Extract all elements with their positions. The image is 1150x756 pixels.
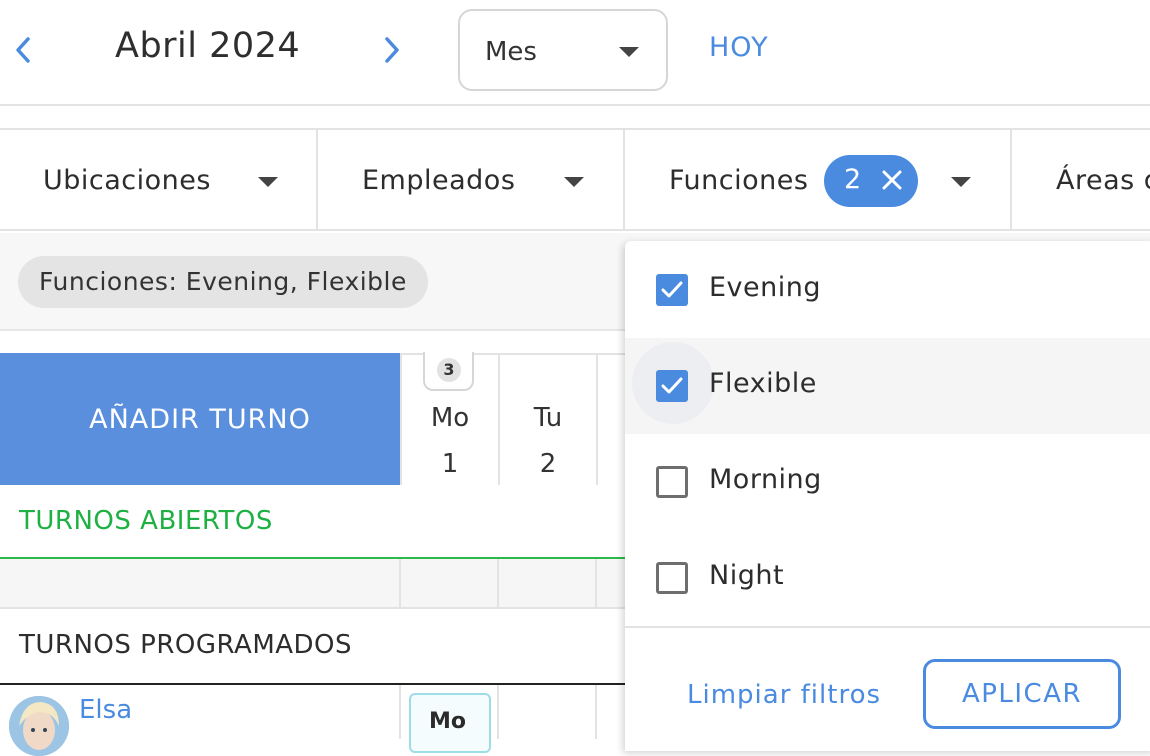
filter-label: Empleados <box>362 165 516 196</box>
scheduled-shifts-title: TURNOS PROGRAMADOS <box>19 630 353 660</box>
option-label: Morning <box>709 464 822 495</box>
divider <box>595 559 597 609</box>
avatar <box>9 696 69 756</box>
option-morning[interactable]: Morning <box>625 434 1150 530</box>
month-title: Abril 2024 <box>115 26 301 66</box>
check-icon <box>661 377 683 394</box>
divider <box>399 559 401 609</box>
filter-label: Áreas d <box>1056 165 1150 196</box>
open-shifts-title: TURNOS ABIERTOS <box>19 506 273 536</box>
view-select[interactable]: Mes <box>458 9 668 91</box>
close-icon[interactable] <box>881 169 903 191</box>
view-select-value: Mes <box>485 37 537 67</box>
caret-down-icon <box>951 177 971 187</box>
option-label: Night <box>709 560 785 591</box>
caret-down-icon <box>564 177 584 187</box>
caret-down-icon <box>619 47 639 57</box>
filter-label: Funciones <box>669 165 809 196</box>
prev-month-button[interactable] <box>8 30 38 70</box>
divider <box>595 685 597 739</box>
calendar-toolbar: Abril 2024 Mes HOY <box>0 0 1150 106</box>
option-flexible[interactable]: Flexible <box>625 338 1150 434</box>
divider <box>497 685 499 739</box>
day-column-header[interactable]: Tu 2 <box>498 353 596 485</box>
day-name: Tu <box>533 403 563 433</box>
filter-bar: Ubicaciones Empleados Funciones Áreas d <box>0 128 1150 231</box>
day-shift-count-badge: 3 <box>423 352 474 391</box>
add-shift-button[interactable]: AÑADIR TURNO <box>0 353 400 485</box>
clear-filters-button[interactable]: Limpiar filtros <box>687 680 881 710</box>
option-label: Evening <box>709 272 822 303</box>
option-evening[interactable]: Evening <box>625 242 1150 338</box>
shift-card-label: Mo <box>429 709 467 734</box>
active-filter-chip[interactable]: Funciones: Evening, Flexible <box>18 256 428 308</box>
divider <box>399 685 401 739</box>
checkbox-checked[interactable] <box>656 370 688 402</box>
divider <box>497 559 499 609</box>
today-button[interactable]: HOY <box>709 32 769 63</box>
filter-locations[interactable]: Ubicaciones <box>0 130 318 231</box>
checkbox-unchecked[interactable] <box>656 466 688 498</box>
day-name: Mo <box>430 403 470 433</box>
open-shifts-row <box>0 559 625 609</box>
checkbox-checked[interactable] <box>656 274 688 306</box>
avatar-image <box>9 696 69 756</box>
functions-count-badge: 2 <box>824 155 918 207</box>
chevron-right-icon <box>385 37 399 63</box>
day-date: 1 <box>441 449 459 479</box>
shift-card[interactable]: Mo <box>409 693 491 753</box>
filter-areas[interactable]: Áreas d <box>1012 130 1150 231</box>
divider <box>625 626 1150 628</box>
filter-functions[interactable]: Funciones <box>625 130 1012 231</box>
checkbox-unchecked[interactable] <box>656 562 688 594</box>
badge-count: 2 <box>844 164 862 195</box>
option-night[interactable]: Night <box>625 530 1150 626</box>
filter-label: Ubicaciones <box>43 165 211 196</box>
caret-down-icon <box>258 177 278 187</box>
day-shift-count: 3 <box>437 358 461 382</box>
functions-dropdown: Evening Flexible Morning Night Limpiar f… <box>625 241 1150 751</box>
check-icon <box>661 281 683 298</box>
divider <box>0 683 625 685</box>
filter-employees[interactable]: Empleados <box>318 130 625 231</box>
chevron-left-icon <box>16 37 30 63</box>
option-label: Flexible <box>709 368 817 399</box>
next-month-button[interactable] <box>377 30 407 70</box>
day-date: 2 <box>539 449 557 479</box>
apply-button[interactable]: APLICAR <box>923 659 1121 729</box>
employee-name[interactable]: Elsa <box>79 695 132 725</box>
